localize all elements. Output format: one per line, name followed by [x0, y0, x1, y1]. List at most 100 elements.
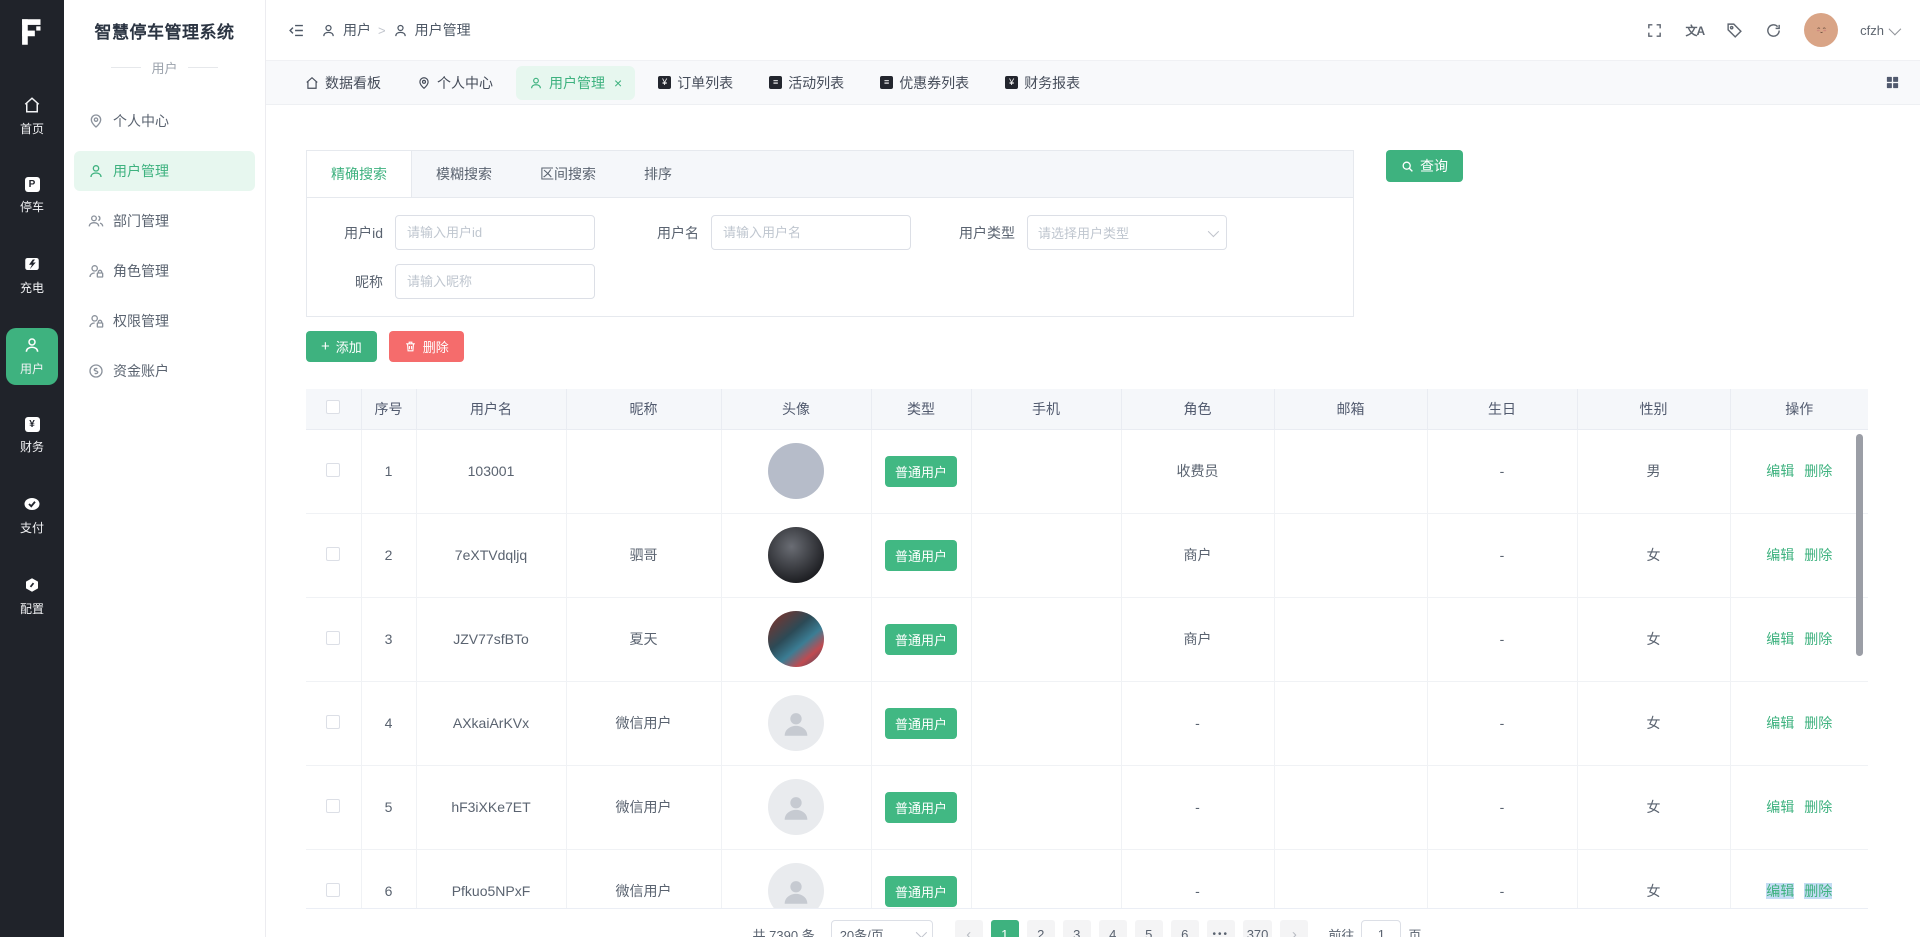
user-id-input[interactable]	[395, 215, 595, 250]
more-pages-button[interactable]: •••	[1206, 920, 1235, 937]
row-checkbox[interactable]	[326, 798, 341, 813]
row-checkbox[interactable]	[326, 714, 341, 729]
cell-username: 103001	[416, 429, 567, 514]
sidebar-item-role[interactable]: 角色管理	[74, 251, 255, 291]
tab-orders[interactable]: ¥ 订单列表	[645, 66, 746, 100]
users-table: 序号 用户名 昵称 头像 类型 手机 角色 邮箱 生日 性别 操作 1 1030…	[306, 389, 1868, 908]
delete-link[interactable]: 删除	[1804, 715, 1832, 731]
col-phone: 手机	[971, 389, 1122, 430]
rail-item-payment[interactable]: 支付	[6, 487, 58, 544]
delete-link[interactable]: 删除	[1804, 547, 1832, 563]
breadcrumb-page[interactable]: 用户管理	[415, 20, 471, 40]
sidebar-item-permission[interactable]: 权限管理	[74, 301, 255, 341]
col-index: 序号	[361, 389, 417, 430]
delete-button[interactable]: 删除	[388, 331, 464, 362]
row-checkbox[interactable]	[326, 546, 341, 561]
cell-gender: 女	[1577, 765, 1731, 850]
col-role: 角色	[1121, 389, 1275, 430]
goto-page-input[interactable]	[1361, 920, 1402, 937]
user-type-select[interactable]: 请选择用户类型	[1027, 215, 1227, 250]
user-avatar[interactable]	[1804, 13, 1839, 47]
cell-username: AXkaiArKVx	[416, 681, 567, 766]
next-page-button[interactable]: ›	[1280, 920, 1309, 937]
nickname-input[interactable]	[395, 264, 595, 299]
prev-page-button[interactable]: ‹	[954, 920, 983, 937]
page-button-4[interactable]: 4	[1098, 920, 1127, 937]
sidebar-item-label: 权限管理	[113, 313, 169, 329]
rail-item-parking[interactable]: P 停车	[6, 169, 58, 223]
select-all-checkbox[interactable]	[326, 400, 341, 415]
edit-link[interactable]: 编辑	[1766, 799, 1794, 815]
delete-link[interactable]: 删除	[1804, 799, 1832, 815]
search-tab-fuzzy[interactable]: 模糊搜索	[412, 151, 516, 197]
search-tab-sort[interactable]: 排序	[620, 151, 696, 197]
tab-user-management[interactable]: 用户管理 ×	[516, 65, 636, 100]
search-icon	[1402, 161, 1413, 172]
app-title: 智慧停车管理系统	[94, 23, 235, 42]
refresh-icon[interactable]	[1765, 22, 1782, 39]
main-area: 用户 > 用户管理 文A cfzh 数据看板 个人中心 用户管理 × ¥ 订单列…	[266, 0, 1920, 937]
translate-icon[interactable]: 文A	[1685, 22, 1705, 39]
tab-finance-report[interactable]: ¥ 财务报表	[992, 66, 1093, 100]
username-input[interactable]	[711, 215, 911, 250]
tab-coupons[interactable]: ≡ 优惠券列表	[867, 66, 982, 100]
search-tab-exact[interactable]: 精确搜索	[307, 151, 412, 197]
tab-dashboard[interactable]: 数据看板	[292, 66, 394, 100]
edit-link[interactable]: 编辑	[1766, 715, 1794, 731]
edit-link[interactable]: 编辑	[1766, 883, 1795, 899]
sidebar-item-funds[interactable]: 资金账户	[74, 351, 255, 391]
delete-link[interactable]: 删除	[1804, 631, 1832, 647]
total-count: 共 7390 条	[752, 927, 815, 937]
trash-icon	[405, 341, 415, 352]
edit-link[interactable]: 编辑	[1766, 631, 1794, 647]
delete-link[interactable]: 删除	[1804, 883, 1833, 899]
page-button-3[interactable]: 3	[1062, 920, 1091, 937]
page-button-1[interactable]: 1	[990, 920, 1019, 937]
query-button[interactable]: 查询	[1386, 150, 1463, 182]
rail-item-home[interactable]: 首页	[6, 88, 58, 145]
goto-label: 前往	[1328, 927, 1355, 937]
rail-item-finance[interactable]: ¥ 财务	[6, 409, 58, 463]
delete-link[interactable]: 删除	[1804, 463, 1832, 479]
fullscreen-icon[interactable]	[1646, 22, 1663, 39]
row-checkbox[interactable]	[326, 462, 341, 477]
goto-page: 前往 页	[1328, 920, 1421, 937]
rail-item-label: 用户	[19, 362, 44, 376]
rail-item-config[interactable]: 配置	[6, 568, 58, 625]
table-row: 5 hF3iXKe7ET 微信用户 普通用户 - - 女 编辑 删除	[306, 765, 1868, 850]
collapse-sidebar-icon[interactable]	[288, 22, 305, 39]
tab-profile[interactable]: 个人中心	[404, 66, 506, 100]
breadcrumb-section[interactable]: 用户	[343, 20, 371, 40]
rail-item-user[interactable]: 用户	[6, 328, 58, 385]
cell-email	[1274, 513, 1428, 598]
users-table-container: 序号 用户名 昵称 头像 类型 手机 角色 邮箱 生日 性别 操作 1 1030…	[306, 389, 1868, 909]
table-scrollbar-thumb[interactable]	[1856, 434, 1863, 656]
close-icon[interactable]: ×	[614, 76, 622, 90]
tab-activities[interactable]: ≡ 活动列表	[756, 66, 857, 100]
divider-line	[187, 67, 218, 68]
edit-link[interactable]: 编辑	[1766, 463, 1794, 479]
sidebar-item-user-management[interactable]: 用户管理	[74, 151, 255, 191]
add-button[interactable]: + 添加	[306, 331, 377, 362]
tab-label: 财务报表	[1024, 74, 1081, 91]
edit-link[interactable]: 编辑	[1766, 547, 1794, 563]
cell-index: 2	[361, 513, 417, 598]
page-size-select[interactable]: 20条/页	[830, 920, 933, 937]
rail-item-charging[interactable]: 充电	[6, 247, 58, 304]
page-button-2[interactable]: 2	[1026, 920, 1055, 937]
user-menu[interactable]: cfzh	[1860, 22, 1902, 38]
user-type-label: 用户类型	[959, 224, 1015, 241]
sidebar-item-profile[interactable]: 个人中心	[74, 101, 255, 141]
page-button-5[interactable]: 5	[1134, 920, 1163, 937]
search-tab-range[interactable]: 区间搜索	[516, 151, 620, 197]
tab-label: 优惠券列表	[899, 74, 970, 91]
row-checkbox[interactable]	[326, 882, 341, 897]
tab-options-grid-icon[interactable]	[1885, 75, 1900, 90]
query-button-label: 查询	[1420, 158, 1448, 174]
page-button-6[interactable]: 6	[1170, 920, 1199, 937]
tag-icon[interactable]	[1726, 22, 1743, 39]
page-button-last[interactable]: 370	[1242, 920, 1273, 937]
row-checkbox[interactable]	[326, 630, 341, 645]
sidebar-item-department[interactable]: 部门管理	[74, 201, 255, 241]
person-silhouette-icon	[784, 881, 808, 904]
